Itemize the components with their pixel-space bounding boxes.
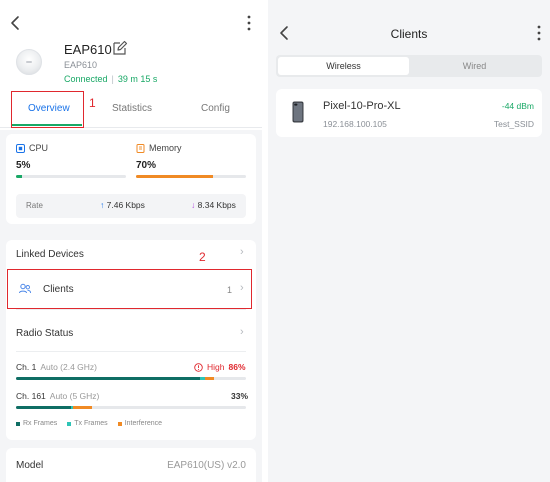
legend-rx-swatch	[16, 421, 20, 426]
back-icon[interactable]	[6, 13, 26, 33]
radio-status-row[interactable]: Radio Status	[16, 328, 73, 339]
device-image	[16, 49, 42, 75]
memory-bar	[136, 175, 246, 178]
channel-1-name: Ch. 1	[16, 362, 37, 372]
memory-icon	[136, 143, 145, 153]
status-text: Connected	[64, 74, 108, 84]
linked-devices-row[interactable]: Linked Devices	[16, 249, 84, 260]
channel-1-percent: 86%	[228, 362, 246, 372]
channel-161-rx-seg	[16, 406, 72, 409]
device-name: EAP610	[64, 42, 112, 57]
rate-up: ↑ 7.46 Kbps	[100, 200, 145, 210]
divider	[16, 351, 246, 352]
cpu-bar-fill	[16, 175, 22, 178]
channel-161-bar	[16, 406, 246, 409]
channel-161-label: Ch. 161 Auto (5 GHz)	[16, 391, 99, 401]
up-arrow-icon: ↑	[100, 200, 105, 210]
callout-1: 1	[89, 96, 96, 110]
client-name: Pixel-10-Pro-XL	[323, 100, 401, 112]
page-title: Clients	[390, 27, 428, 41]
client-signal: -44 dBm	[501, 101, 534, 111]
model-card: Model EAP610(US) v2.0	[6, 448, 256, 482]
warning-icon	[194, 362, 203, 372]
channel-1-warning-text: High	[207, 362, 225, 372]
divider	[16, 309, 246, 310]
channel-161-band: Auto (5 GHz)	[49, 391, 100, 401]
channel-1-interference-seg	[204, 377, 214, 380]
channel-1-label: Ch. 1 Auto (2.4 GHz)	[16, 362, 97, 372]
channel-1-rx-seg	[16, 377, 200, 380]
channel-1-warning: High 86%	[194, 362, 246, 372]
channel-161-name: Ch. 161	[16, 391, 46, 401]
clients-screen: Clients Wireless Wired Pixel-10-Pro-XL 1…	[268, 0, 550, 482]
channel-1-band: Auto (2.4 GHz)	[40, 362, 98, 372]
more-icon[interactable]	[534, 23, 544, 43]
cpu-label: CPU	[16, 143, 48, 153]
cpu-icon	[16, 143, 25, 153]
cpu-bar	[16, 175, 126, 178]
status-separator: |	[111, 74, 114, 84]
client-list-item[interactable]: Pixel-10-Pro-XL 192.168.100.105 -44 dBm …	[276, 89, 542, 137]
legend-interference: Interference	[117, 420, 163, 427]
uptime-text: 39 m 15 s	[117, 74, 158, 84]
legend-tx: Tx Frames	[67, 420, 108, 427]
legend-rx: Rx Frames	[16, 420, 57, 427]
tab-statistics[interactable]: Statistics	[112, 103, 152, 114]
legend-tx-label: Tx Frames	[74, 420, 108, 427]
highlight-box-clients	[7, 269, 252, 309]
highlight-box-overview	[11, 91, 84, 128]
chevron-right-icon[interactable]: ›	[240, 246, 244, 258]
resource-card: CPU 5% Memory 70% Rate ↑ 7.46 Kbps ↓ 8.3…	[6, 134, 256, 224]
tab-wireless[interactable]: Wireless	[278, 57, 409, 75]
rate-box: Rate ↑ 7.46 Kbps ↓ 8.34 Kbps	[16, 194, 246, 218]
phone-icon	[292, 101, 304, 123]
device-model: EAP610	[64, 60, 98, 70]
rate-down-value: 8.34 Kbps	[197, 200, 236, 210]
model-label: Model	[16, 460, 44, 471]
device-status: Connected | 39 m 15 s	[64, 74, 157, 84]
client-ip: 192.168.100.105	[323, 119, 387, 129]
memory-label: Memory	[136, 143, 182, 153]
memory-bar-fill	[136, 175, 213, 178]
more-icon[interactable]	[244, 13, 254, 33]
cpu-value: 5%	[16, 160, 31, 171]
tab-config[interactable]: Config	[201, 103, 230, 114]
radio-legend: Rx Frames Tx Frames Interference	[16, 420, 162, 427]
memory-label-text: Memory	[149, 143, 182, 153]
legend-rx-label: Rx Frames	[23, 420, 58, 427]
rate-up-value: 7.46 Kbps	[106, 200, 145, 210]
rate-label: Rate	[26, 201, 43, 210]
model-value: EAP610(US) v2.0	[167, 460, 246, 471]
channel-1-bar	[16, 377, 246, 380]
cpu-label-text: CPU	[29, 143, 49, 153]
device-detail-screen: EAP610 EAP610 Connected | 39 m 15 s Overvi…	[0, 0, 262, 482]
legend-interference-label: Interference	[124, 420, 163, 427]
callout-2: 2	[199, 250, 206, 264]
edit-icon[interactable]	[112, 40, 128, 56]
rate-down: ↓ 8.34 Kbps	[191, 200, 236, 210]
tab-wired[interactable]: Wired	[409, 57, 540, 75]
client-ssid: Test_SSID	[493, 119, 534, 129]
down-arrow-icon: ↓	[191, 200, 196, 210]
chevron-right-icon[interactable]: ›	[240, 326, 244, 338]
connection-type-toggle: Wireless Wired	[276, 55, 542, 77]
channel-161-percent: 33%	[231, 391, 249, 401]
memory-value: 70%	[136, 160, 157, 171]
legend-tx-swatch	[67, 421, 72, 426]
channel-161-interference-seg	[73, 406, 92, 409]
legend-interference-swatch	[117, 421, 122, 426]
